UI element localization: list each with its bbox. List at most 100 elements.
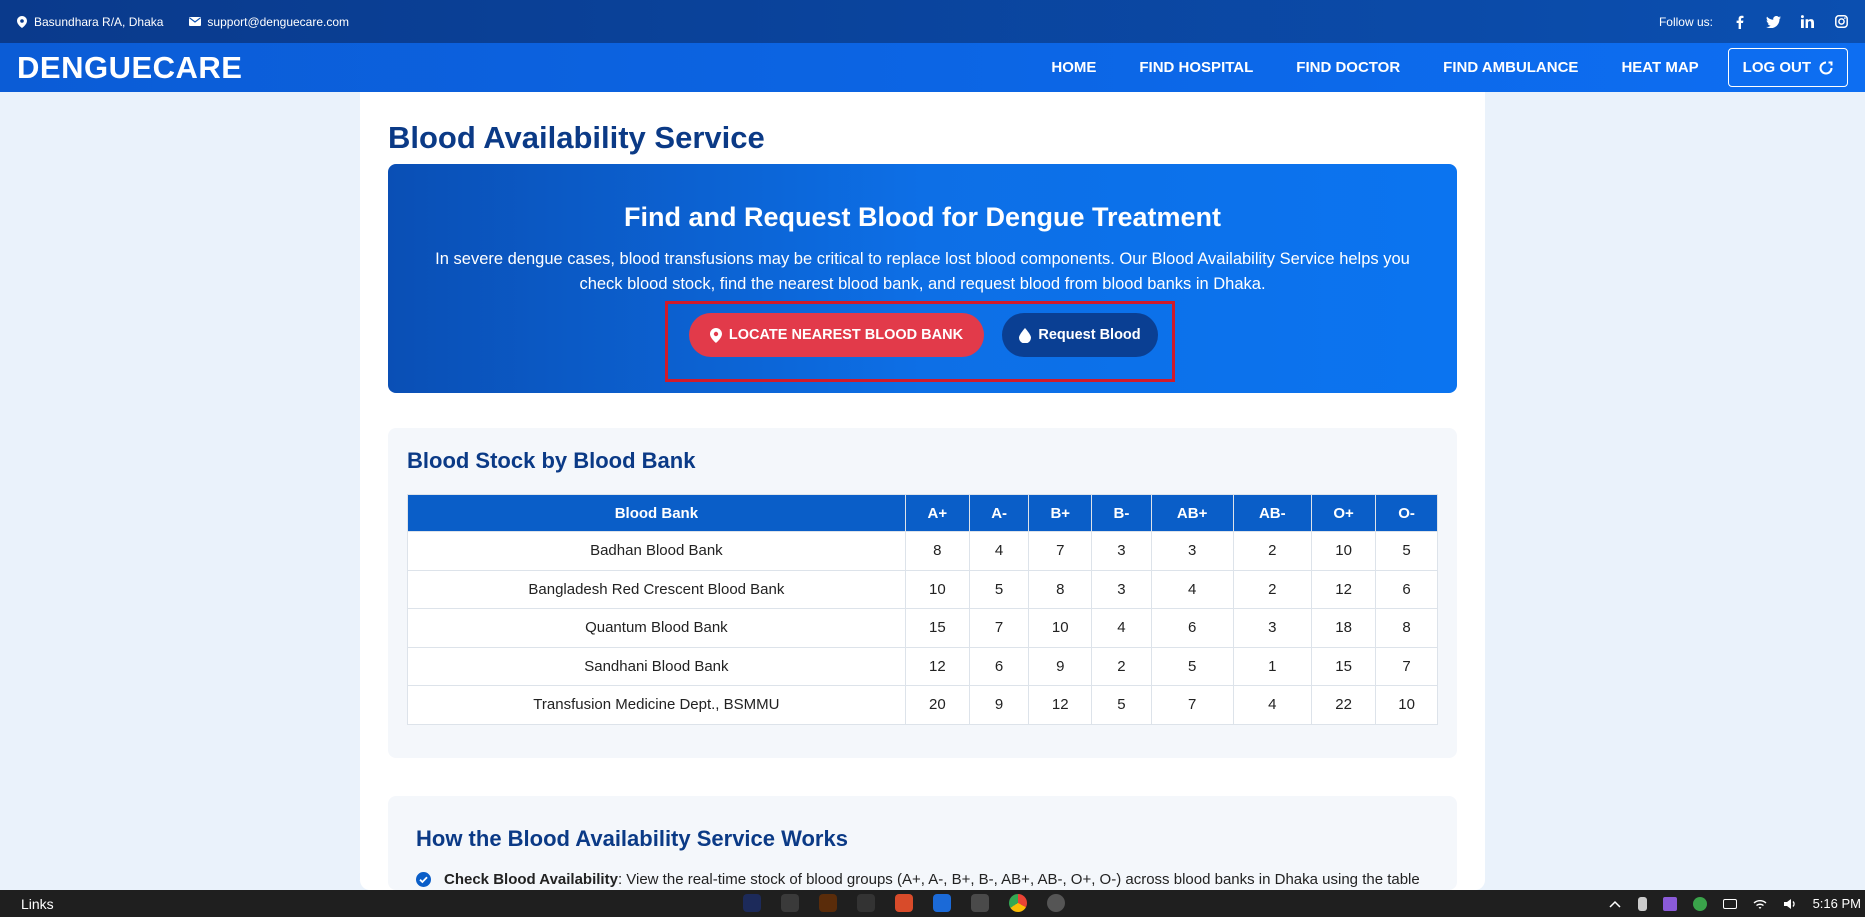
table-cell: 5: [1375, 531, 1438, 571]
table-cell: 10: [904, 569, 970, 609]
table-cell: 5: [1091, 685, 1152, 725]
table-cell: 2: [1232, 569, 1313, 609]
linkedin-icon[interactable]: [1799, 14, 1815, 30]
table-cell: 5: [1150, 646, 1234, 686]
main-content: Blood Availability Service Find and Requ…: [360, 92, 1485, 890]
hero-line-1: In severe dengue cases, blood transfusio…: [435, 250, 1410, 268]
table-cell: 1: [1232, 646, 1313, 686]
nav-links: HOME FIND HOSPITAL FIND DOCTOR FIND AMBU…: [1008, 48, 1848, 87]
taskbar-apps: [743, 894, 1065, 912]
table-cell: 6: [968, 646, 1030, 686]
table-cell: Sandhani Blood Bank: [407, 646, 906, 686]
microphone-icon[interactable]: [1637, 896, 1647, 911]
map-marker-icon: [709, 327, 722, 343]
blood-drop-icon: [1019, 327, 1032, 343]
step-title: Check Blood Availability: [444, 871, 618, 888]
logout-button[interactable]: LOG OUT: [1727, 48, 1848, 87]
request-button-label: Request Blood: [1038, 327, 1141, 343]
table-cell: 22: [1311, 685, 1377, 725]
step-text: : View the real-time stock of blood grou…: [617, 871, 1420, 888]
illustrator-icon[interactable]: [819, 894, 837, 912]
social-links: Follow us:: [1659, 14, 1849, 30]
feather-icon[interactable]: [1662, 896, 1677, 911]
calculator-icon[interactable]: [971, 894, 989, 912]
clock[interactable]: 5:16 PM: [1813, 896, 1861, 911]
table-cell: 20: [904, 685, 970, 725]
table-cell: 12: [1028, 685, 1093, 725]
table-cell: 15: [904, 608, 970, 648]
blood-stock-section: Blood Stock by Blood Bank Blood Bank A+ …: [388, 428, 1457, 758]
step-item: Check Blood Availability: View the real-…: [416, 871, 1420, 888]
locate-button-label: LOCATE NEAREST BLOOD BANK: [728, 327, 964, 343]
table-cell: Badhan Blood Bank: [407, 531, 906, 571]
volume-icon[interactable]: [1783, 897, 1797, 911]
photoshop-icon[interactable]: [743, 894, 761, 912]
facebook-icon[interactable]: [1731, 14, 1747, 30]
logout-label: LOG OUT: [1742, 59, 1811, 76]
table-header: A-: [968, 494, 1030, 532]
video-app-icon[interactable]: [933, 894, 951, 912]
email-text[interactable]: support@denguecare.com: [207, 15, 349, 29]
settings-icon[interactable]: [1047, 894, 1065, 912]
request-blood-button[interactable]: Request Blood: [1002, 313, 1158, 357]
table-row: Badhan Blood Bank 8 4 7 3 3 2 10 5: [407, 531, 1438, 571]
locate-blood-bank-button[interactable]: LOCATE NEAREST BLOOD BANK: [689, 313, 984, 357]
battery-icon[interactable]: [1722, 898, 1737, 909]
table-cell: 10: [1028, 608, 1093, 648]
taskbar-links[interactable]: Links: [21, 896, 54, 912]
table-cell: 8: [904, 531, 970, 571]
wifi-icon[interactable]: [1753, 897, 1767, 911]
table-cell: Transfusion Medicine Dept., BSMMU: [407, 685, 906, 725]
table-cell: 5: [968, 569, 1030, 609]
how-it-works-heading: How the Blood Availability Service Works: [416, 826, 848, 851]
nav-find-doctor[interactable]: FIND DOCTOR: [1296, 59, 1400, 76]
table-header: A+: [904, 494, 970, 532]
table-cell: Bangladesh Red Crescent Blood Bank: [407, 569, 906, 609]
chrome-icon[interactable]: [1009, 894, 1027, 912]
nav-heat-map[interactable]: HEAT MAP: [1621, 59, 1698, 76]
hero-line-2: check blood stock, find the nearest bloo…: [579, 275, 1266, 293]
table-header: O+: [1311, 494, 1377, 532]
table-cell: 6: [1150, 608, 1234, 648]
chevron-up-icon[interactable]: [1608, 897, 1622, 911]
hero-banner: Find and Request Blood for Dengue Treatm…: [388, 164, 1457, 393]
table-cell: 8: [1375, 608, 1438, 648]
brand-logo[interactable]: DENGUECARE: [17, 50, 242, 86]
hero-description: In severe dengue cases, blood transfusio…: [418, 247, 1428, 297]
table-header: O-: [1375, 494, 1438, 532]
top-info-bar: Basundhara R/A, Dhaka support@denguecare…: [0, 0, 1865, 43]
table-cell: 2: [1232, 531, 1313, 571]
table-row: Sandhani Blood Bank 12 6 9 2 5 1 15 7: [407, 646, 1438, 686]
nav-find-ambulance[interactable]: FIND AMBULANCE: [1443, 59, 1578, 76]
table-cell: 7: [968, 608, 1030, 648]
blood-stock-heading: Blood Stock by Blood Bank: [407, 448, 696, 473]
table-cell: 7: [1375, 646, 1438, 686]
system-tray: 5:16 PM: [1608, 890, 1865, 917]
page-title: Blood Availability Service: [388, 120, 765, 155]
nav-find-hospital[interactable]: FIND HOSPITAL: [1139, 59, 1253, 76]
obs-icon[interactable]: [857, 894, 875, 912]
table-cell: 4: [1232, 685, 1313, 725]
code-editor-icon[interactable]: [895, 894, 913, 912]
cloud-icon[interactable]: [1692, 896, 1707, 911]
table-row: Bangladesh Red Crescent Blood Bank 10 5 …: [407, 569, 1438, 609]
nav-home[interactable]: HOME: [1051, 59, 1096, 76]
table-cell: Quantum Blood Bank: [407, 608, 906, 648]
table-cell: 12: [904, 646, 970, 686]
table-header: B+: [1028, 494, 1093, 532]
table-cell: 7: [1028, 531, 1093, 571]
table-cell: 10: [1311, 531, 1377, 571]
table-header: AB-: [1232, 494, 1313, 532]
twitter-icon[interactable]: [1765, 14, 1781, 30]
acrobat-icon[interactable]: [781, 894, 799, 912]
location-text: Basundhara R/A, Dhaka: [34, 14, 164, 29]
table-cell: 3: [1091, 569, 1152, 609]
instagram-icon[interactable]: [1833, 14, 1849, 30]
table-cell: 10: [1375, 685, 1438, 725]
os-taskbar: Links 5:16 PM: [0, 890, 1865, 917]
table-cell: 4: [968, 531, 1030, 571]
table-header: B-: [1091, 494, 1152, 532]
table-header-row: Blood Bank A+ A- B+ B- AB+ AB- O+ O-: [407, 494, 1438, 532]
table-cell: 9: [968, 685, 1030, 725]
table-row: Quantum Blood Bank 15 7 10 4 6 3 18 8: [407, 608, 1438, 648]
